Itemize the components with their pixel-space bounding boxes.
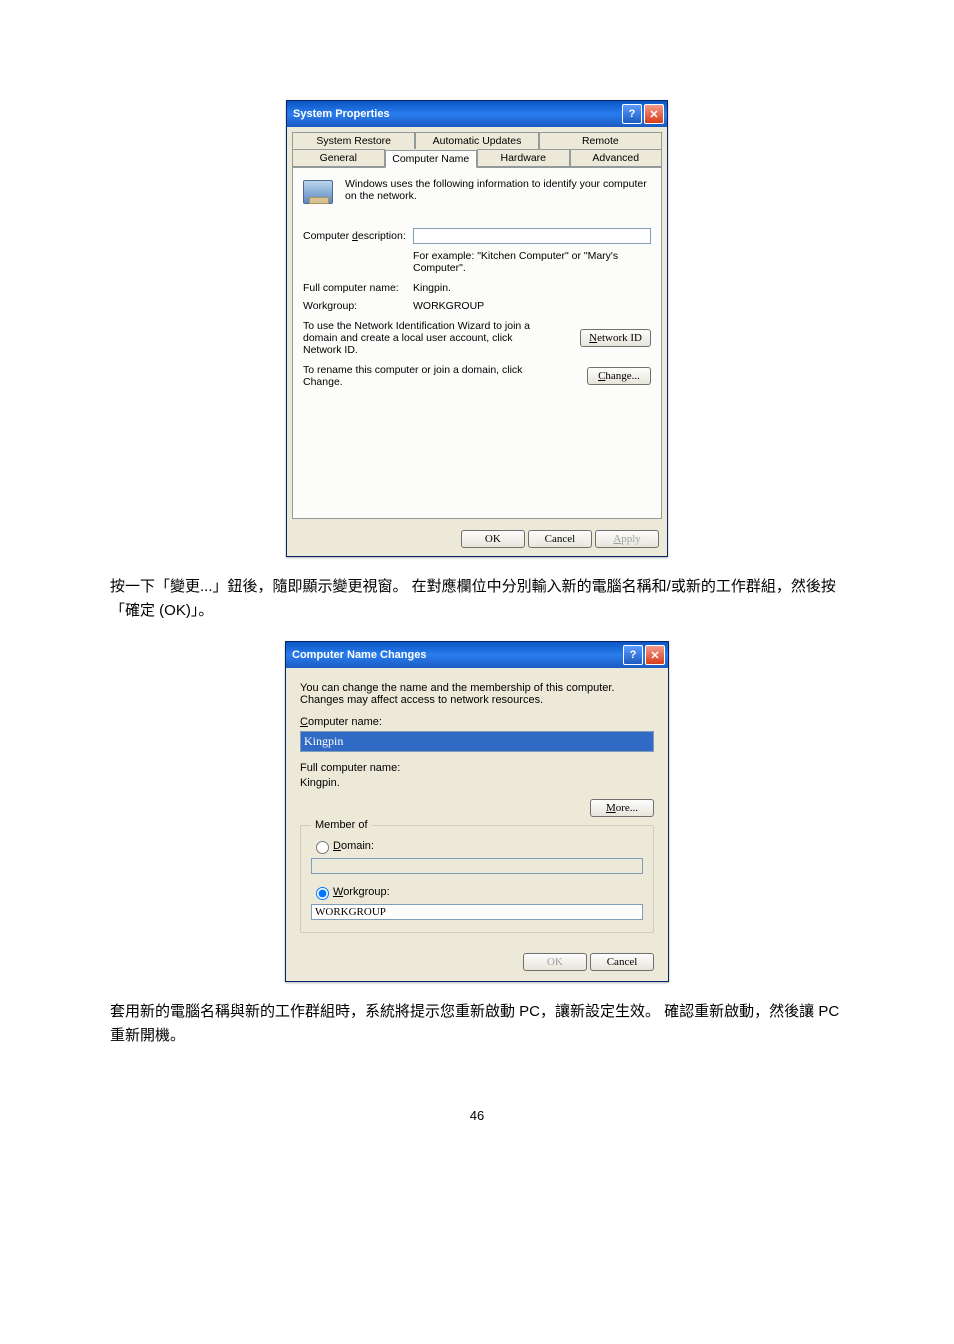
cancel-button[interactable]: Cancel xyxy=(528,530,592,548)
computer-name-label: Computer name: xyxy=(300,716,654,728)
description-text: You can change the name and the membersh… xyxy=(300,682,654,706)
page-number: 46 xyxy=(110,1108,844,1123)
change-text: To rename this computer or join a domain… xyxy=(303,364,538,388)
computer-name-input[interactable] xyxy=(300,731,654,752)
network-id-text: To use the Network Identification Wizard… xyxy=(303,320,538,356)
member-of-group: Member of Domain: Workgroup: xyxy=(300,825,654,933)
network-id-button[interactable]: Network ID xyxy=(580,329,651,347)
full-computer-name-label: Full computer name: xyxy=(300,762,654,774)
help-icon[interactable]: ? xyxy=(622,104,642,124)
domain-label: Domain: xyxy=(333,840,374,852)
apply-button[interactable]: Apply xyxy=(595,530,659,548)
computer-icon xyxy=(303,180,337,214)
paragraph-2: 套用新的電腦名稱與新的工作群組時，系統將提示您重新啟動 PC，讓新設定生效。 確… xyxy=(110,1000,844,1048)
member-of-legend: Member of xyxy=(311,819,372,831)
full-computer-name-label: Full computer name: xyxy=(303,282,413,294)
computer-description-label: Computer description: xyxy=(303,230,413,242)
ok-button[interactable]: OK xyxy=(461,530,525,548)
help-icon[interactable]: ? xyxy=(623,645,643,665)
paragraph-1: 按一下「變更...」鈕後，隨即顯示變更視窗。 在對應欄位中分別輸入新的電腦名稱和… xyxy=(110,575,844,623)
workgroup-label: Workgroup: xyxy=(303,300,413,312)
more-button[interactable]: More... xyxy=(590,799,654,817)
titlebar[interactable]: Computer Name Changes ? ✕ xyxy=(286,642,668,668)
info-row: Windows uses the following information t… xyxy=(303,178,651,214)
computer-description-input[interactable] xyxy=(413,228,651,244)
workgroup-input[interactable] xyxy=(311,904,643,920)
close-icon[interactable]: ✕ xyxy=(644,104,664,124)
domain-input[interactable] xyxy=(311,858,643,874)
tab-general[interactable]: General xyxy=(292,149,385,167)
cancel-button[interactable]: Cancel xyxy=(590,953,654,971)
change-button[interactable]: Change... xyxy=(587,367,651,385)
titlebar[interactable]: System Properties ? ✕ xyxy=(287,101,667,127)
tab-hardware[interactable]: Hardware xyxy=(477,149,570,167)
domain-radio[interactable] xyxy=(316,841,329,854)
dialog-buttons: OK Cancel Apply xyxy=(287,524,667,556)
tab-automatic-updates[interactable]: Automatic Updates xyxy=(415,132,538,149)
tab-computer-name[interactable]: Computer Name xyxy=(385,150,478,168)
ok-button[interactable]: OK xyxy=(523,953,587,971)
full-computer-name-value: Kingpin. xyxy=(300,777,654,789)
dialog-title: System Properties xyxy=(293,108,620,120)
system-properties-dialog: System Properties ? ✕ System Restore Aut… xyxy=(286,100,668,557)
tab-system-restore[interactable]: System Restore xyxy=(292,132,415,149)
workgroup-label: Workgroup: xyxy=(333,886,390,898)
dialog-title: Computer Name Changes xyxy=(292,649,621,661)
tab-strip: System Restore Automatic Updates Remote … xyxy=(292,132,662,167)
computer-name-changes-dialog: Computer Name Changes ? ✕ You can change… xyxy=(285,641,669,982)
workgroup-radio[interactable] xyxy=(316,887,329,900)
info-text: Windows uses the following information t… xyxy=(345,178,647,202)
workgroup-value: WORKGROUP xyxy=(413,300,651,312)
example-text: For example: "Kitchen Computer" or "Mary… xyxy=(413,250,651,274)
close-icon[interactable]: ✕ xyxy=(645,645,665,665)
tab-pane-computer-name: Windows uses the following information t… xyxy=(292,167,662,519)
full-computer-name-value: Kingpin. xyxy=(413,282,651,294)
tab-remote[interactable]: Remote xyxy=(539,132,662,149)
tab-advanced[interactable]: Advanced xyxy=(570,149,663,167)
